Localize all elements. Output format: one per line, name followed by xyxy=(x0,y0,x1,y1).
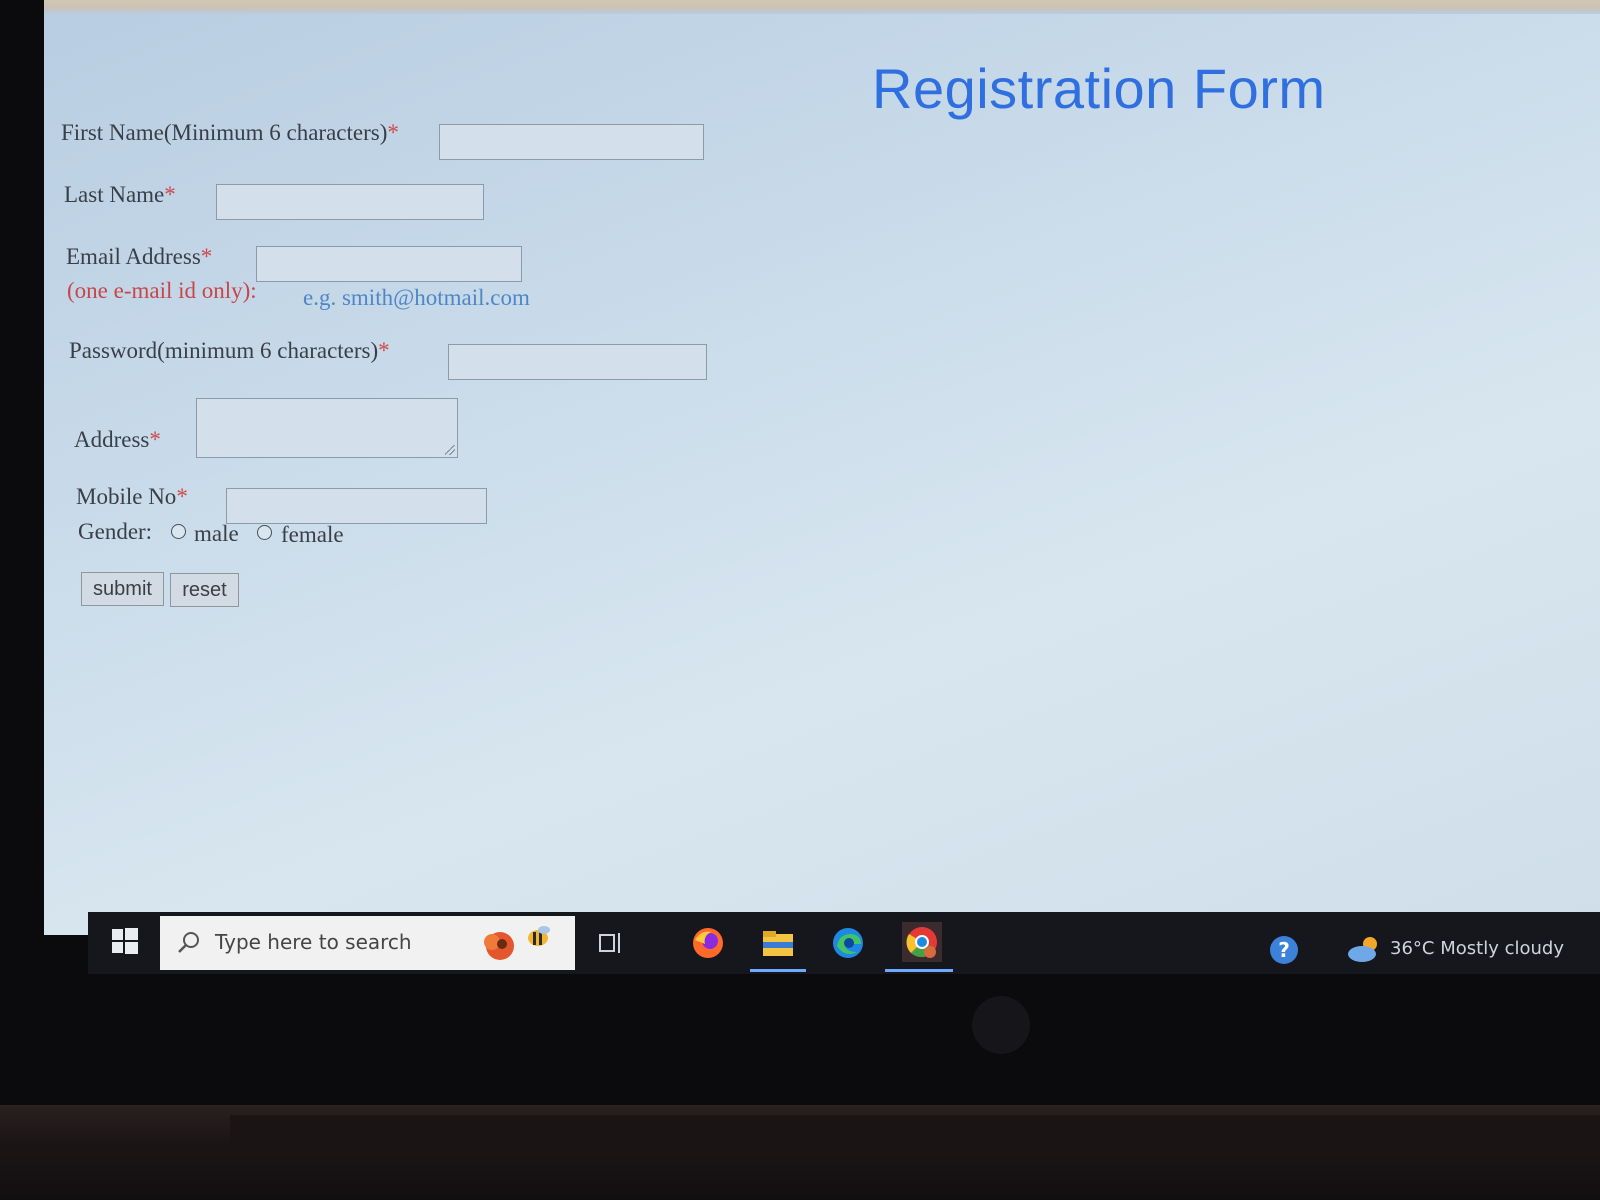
last-name-label: Last Name* xyxy=(64,182,176,208)
address-textarea[interactable] xyxy=(196,398,458,458)
window-top-edge xyxy=(44,0,1600,14)
email-note: (one e-mail id only): xyxy=(67,278,257,303)
email-label-text: Email Address xyxy=(66,244,201,269)
email-label: Email Address* xyxy=(66,244,212,270)
address-label-text: Address xyxy=(74,427,150,452)
email-example: e.g. smith@hotmail.com xyxy=(303,285,530,310)
address-required-mark: * xyxy=(149,427,161,452)
gender-female-radio[interactable] xyxy=(257,525,272,540)
weather-condition: Mostly cloudy xyxy=(1440,938,1564,959)
mobile-required-mark: * xyxy=(176,484,188,509)
gender-label: Gender: xyxy=(78,519,153,544)
gender-male-radio[interactable] xyxy=(171,524,186,539)
first-name-label: First Name(Minimum 6 characters)* xyxy=(61,120,399,146)
mobile-label: Mobile No* xyxy=(76,484,188,510)
page-title: Registration Form xyxy=(872,57,1326,120)
resize-handle-icon[interactable] xyxy=(445,445,455,455)
taskbar-search-box[interactable]: Type here to search xyxy=(160,916,575,970)
mobile-input[interactable] xyxy=(226,488,487,524)
password-required-mark: * xyxy=(378,338,390,363)
last-name-required-mark: * xyxy=(164,182,176,207)
file-explorer-active-indicator xyxy=(750,969,806,972)
firefox-icon[interactable] xyxy=(691,926,725,960)
address-label: Address* xyxy=(74,427,161,453)
browser-page: Registration Form First Name(Minimum 6 c… xyxy=(44,0,1600,935)
weather-status[interactable]: 36°C Mostly cloudy xyxy=(1390,938,1564,959)
chrome-icon[interactable] xyxy=(902,922,942,962)
first-name-required-mark: * xyxy=(387,120,399,145)
password-label: Password(minimum 6 characters)* xyxy=(69,338,390,364)
first-name-input[interactable] xyxy=(439,124,704,160)
first-name-label-text: First Name(Minimum 6 characters) xyxy=(61,120,388,145)
laptop-brand-logo-icon xyxy=(972,996,1030,1054)
laptop-hinge xyxy=(230,1115,1600,1145)
password-input[interactable] xyxy=(448,344,707,380)
gender-male-label[interactable]: male xyxy=(194,521,239,547)
help-icon[interactable]: ? xyxy=(1268,934,1300,966)
file-explorer-icon[interactable] xyxy=(761,926,795,960)
search-placeholder: Type here to search xyxy=(215,930,412,954)
reset-button[interactable]: reset xyxy=(170,573,239,607)
submit-button[interactable]: submit xyxy=(81,572,164,606)
edge-icon[interactable] xyxy=(831,926,865,960)
task-view-icon[interactable] xyxy=(598,930,624,956)
flower-bee-icon xyxy=(478,922,558,966)
email-input[interactable] xyxy=(256,246,522,282)
last-name-label-text: Last Name xyxy=(64,182,165,207)
svg-text:?: ? xyxy=(1278,938,1290,962)
last-name-input[interactable] xyxy=(216,184,484,220)
chrome-active-indicator xyxy=(885,969,953,972)
email-required-mark: * xyxy=(200,244,213,269)
weather-temperature: 36°C xyxy=(1390,938,1435,959)
windows-start-icon[interactable] xyxy=(112,928,138,954)
gender-female-label[interactable]: female xyxy=(281,522,344,548)
password-label-text: Password(minimum 6 characters) xyxy=(69,338,379,363)
cloud-weather-icon[interactable] xyxy=(1346,934,1382,964)
search-icon xyxy=(176,930,202,956)
taskbar: Type here to search ? 36°C Mostly cloudy xyxy=(88,912,1600,974)
mobile-label-text: Mobile No xyxy=(76,484,177,509)
